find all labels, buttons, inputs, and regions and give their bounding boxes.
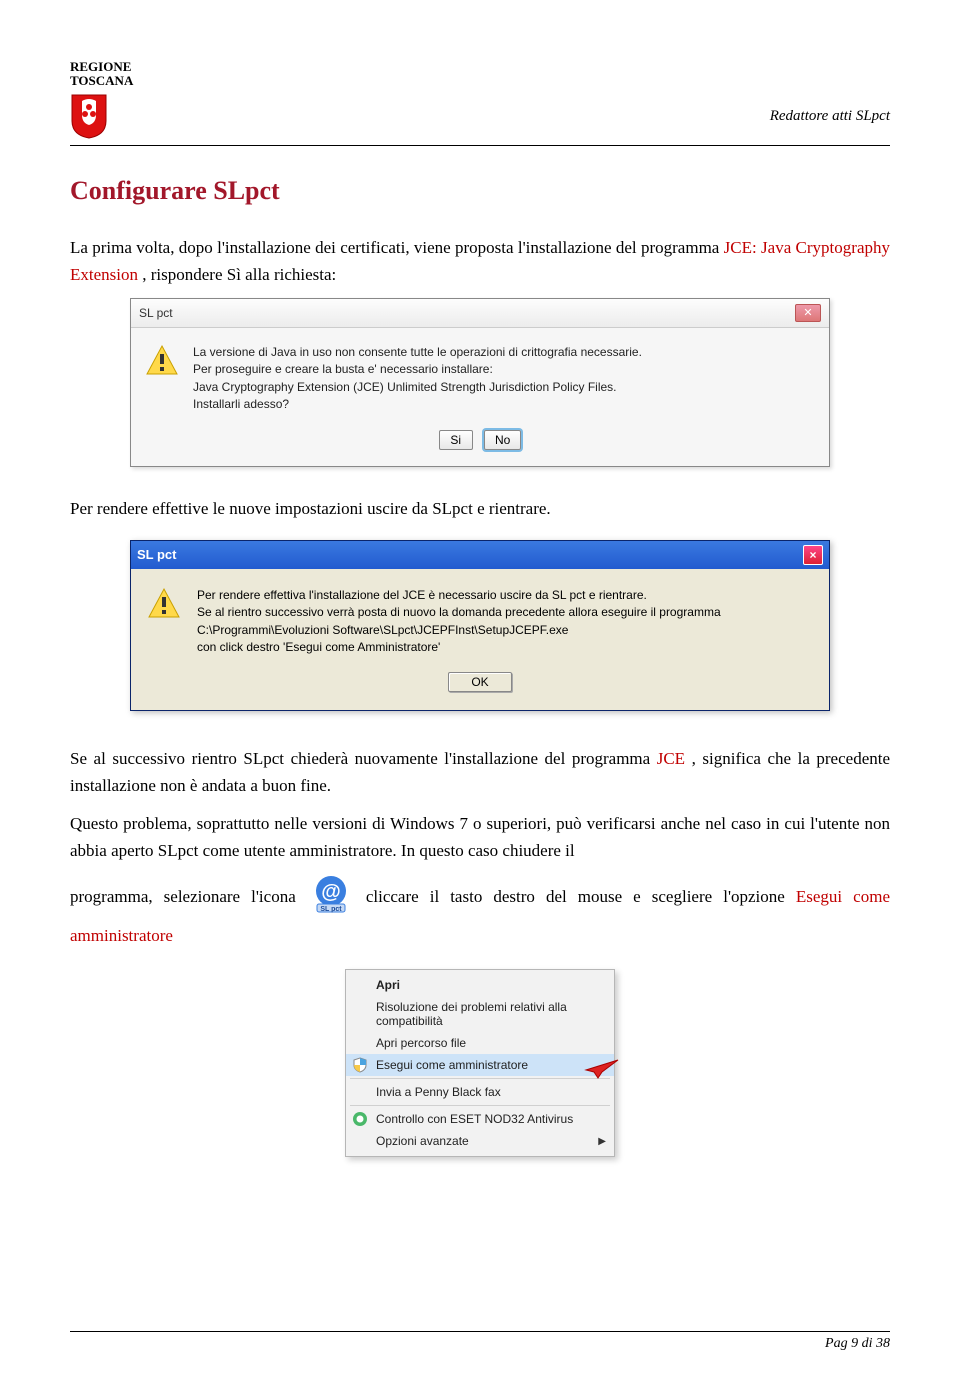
cm-eset-scan[interactable]: Controllo con ESET NOD32 Antivirus [346,1108,614,1130]
shield-admin-icon [352,1057,368,1073]
para-retry: Se al successivo rientro SLpct chiederà … [70,745,890,799]
dialog1-close-button[interactable]: ✕ [795,304,821,322]
jce-restart-dialog: SL pct × Per rendere effettiva l'install… [130,540,830,712]
org-name-line1: REGIONE [70,60,131,74]
svg-text:SL pct: SL pct [320,906,342,913]
para3-a: Se al successivo rientro SLpct chiederà … [70,749,657,768]
dialog2-line2: Se al rientro successivo verrà posta di … [197,604,813,621]
cm-advanced-label: Opzioni avanzate [376,1134,469,1148]
cm-open-location[interactable]: Apri percorso file [346,1032,614,1054]
cm-run-as-admin[interactable]: Esegui come amministratore [346,1054,614,1076]
dialog2-line4: con click destro 'Esegui come Amministra… [197,639,813,656]
dialog2-message: Per rendere effettiva l'installazione de… [197,587,813,657]
warning-icon [147,587,181,621]
jce-install-dialog: SL pct ✕ La versione di Java in uso non … [130,298,830,467]
slpct-app-icon: @ SL pct [311,874,351,922]
warning-icon [145,344,179,378]
cm-compat[interactable]: Risoluzione dei problemi relativi alla c… [346,996,614,1032]
dialog1-title: SL pct [139,306,173,320]
cm-send-fax[interactable]: Invia a Penny Black fax [346,1081,614,1103]
para-restart: Per rendere effettive le nuove impostazi… [70,495,890,522]
dialog2-title: SL pct [137,547,177,562]
para5-b: cliccare il tasto destro del mouse e sce… [366,887,796,906]
para-win7: Questo problema, soprattutto nelle versi… [70,810,890,864]
intro-paragraph: La prima volta, dopo l'installazione dei… [70,234,890,288]
cm-separator [350,1105,610,1106]
page-footer: Pag 9 di 38 [70,1331,890,1352]
document-title: Redattore atti SLpct [770,108,890,125]
cm-eset-label: Controllo con ESET NOD32 Antivirus [376,1112,573,1126]
dialog2-line1: Per rendere effettiva l'installazione de… [197,587,813,604]
page-number: Pag 9 di 38 [825,1336,890,1351]
section-heading: Configurare SLpct [70,176,890,206]
para5-a: programma, selezionare l'icona [70,887,307,906]
cm-separator [350,1078,610,1079]
dialog1-no-button[interactable]: No [484,430,521,450]
dialog2-close-button[interactable]: × [803,545,823,565]
submenu-arrow-icon: ▶ [598,1136,606,1147]
dialog2-ok-button[interactable]: OK [448,672,511,692]
dialog1-titlebar: SL pct ✕ [131,299,829,328]
dialog1-yes-button[interactable]: Si [439,430,473,450]
para3-jce: JCE [657,749,685,768]
right-click-context-menu: Apri Risoluzione dei problemi relativi a… [345,969,615,1157]
dialog2-line3: C:\Programmi\Evoluzioni Software\SLpct\J… [197,622,813,639]
cm-advanced-options[interactable]: Opzioni avanzate ▶ [346,1130,614,1152]
dialog1-line2: Per proseguire e creare la busta e' nece… [193,361,815,378]
para1-text-a: La prima volta, dopo l'installazione dei… [70,238,724,257]
logo-block: REGIONE TOSCANA [70,60,133,139]
cm-run-as-admin-label: Esegui come amministratore [376,1058,528,1072]
dialog1-message: La versione di Java in uso non consente … [193,344,815,414]
dialog2-titlebar: SL pct × [131,541,829,569]
para1-text-c: , rispondere Sì alla richiesta: [142,265,336,284]
dialog1-line4: Installarli adesso? [193,396,815,413]
dialog1-line1: La versione di Java in uso non consente … [193,344,815,361]
dialog1-line3: Java Cryptography Extension (JCE) Unlimi… [193,379,815,396]
eset-icon [352,1111,368,1127]
cm-open[interactable]: Apri [346,974,614,996]
red-pointer-arrow-icon [572,1056,620,1080]
regione-toscana-shield-icon [70,93,108,139]
svg-text:@: @ [321,881,341,903]
para-icon-instruction: programma, selezionare l'icona @ SL pct … [70,874,890,949]
page-header: REGIONE TOSCANA Redattore atti SLpct [70,60,890,146]
org-name-line2: TOSCANA [70,74,133,88]
